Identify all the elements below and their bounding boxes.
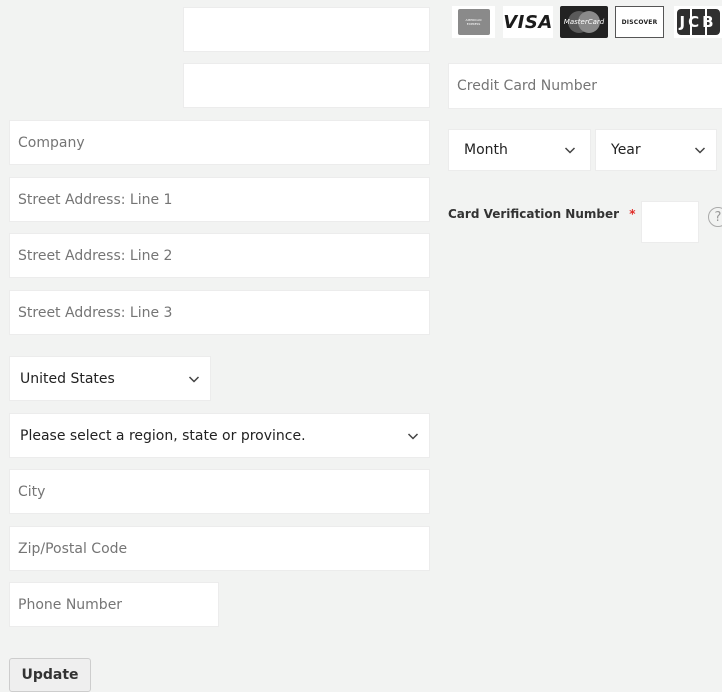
country-select-value: United States bbox=[20, 370, 115, 387]
cvv-label-text: Card Verification Number bbox=[448, 207, 620, 221]
company-placeholder: Company bbox=[18, 134, 85, 151]
phone-field[interactable]: Phone Number bbox=[9, 582, 219, 627]
mastercard-logo: MasterCard bbox=[560, 6, 608, 38]
jcb-label: JCB bbox=[679, 13, 717, 31]
discover-label: DISCOVER bbox=[621, 18, 658, 26]
street-line-1-field[interactable]: Street Address: Line 1 bbox=[9, 177, 430, 222]
country-select[interactable]: United States bbox=[9, 356, 211, 401]
zip-placeholder: Zip/Postal Code bbox=[18, 540, 128, 557]
cvv-label: Card Verification Number * bbox=[448, 207, 636, 221]
help-glyph: ? bbox=[714, 209, 722, 225]
chevron-down-icon bbox=[694, 144, 706, 156]
region-select-value: Please select a region, state or provinc… bbox=[20, 427, 306, 444]
month-select-value: Month bbox=[464, 142, 508, 158]
jcb-logo: JCB bbox=[674, 6, 722, 38]
street-line-2-field[interactable]: Street Address: Line 2 bbox=[9, 233, 430, 278]
amex-label: AMERICAN EXPRESS bbox=[465, 18, 482, 26]
zip-field[interactable]: Zip/Postal Code bbox=[9, 526, 430, 571]
chevron-down-icon bbox=[564, 144, 576, 156]
cvv-help-icon[interactable]: ? bbox=[708, 207, 722, 227]
expiry-month-select[interactable]: Month bbox=[448, 129, 591, 171]
company-field[interactable]: Company bbox=[9, 120, 430, 165]
mastercard-label: MasterCard bbox=[563, 18, 605, 26]
cvv-field[interactable] bbox=[641, 201, 699, 243]
street-line-3-placeholder: Street Address: Line 3 bbox=[18, 304, 173, 321]
chevron-down-icon bbox=[407, 430, 419, 442]
street-line-3-field[interactable]: Street Address: Line 3 bbox=[9, 290, 430, 335]
visa-label: VISA bbox=[503, 11, 553, 33]
street-line-1-placeholder: Street Address: Line 1 bbox=[18, 191, 173, 208]
first-name-field[interactable] bbox=[183, 7, 430, 52]
year-select-value: Year bbox=[611, 142, 641, 158]
city-placeholder: City bbox=[18, 483, 46, 500]
city-field[interactable]: City bbox=[9, 469, 430, 514]
expiry-year-select[interactable]: Year bbox=[595, 129, 717, 171]
visa-logo: VISA bbox=[503, 6, 553, 38]
region-select[interactable]: Please select a region, state or provinc… bbox=[9, 413, 430, 458]
chevron-down-icon bbox=[188, 373, 200, 385]
phone-placeholder: Phone Number bbox=[18, 596, 123, 613]
credit-card-number-field[interactable]: Credit Card Number bbox=[448, 63, 722, 109]
amex-logo: AMERICAN EXPRESS bbox=[452, 6, 495, 38]
last-name-field[interactable] bbox=[183, 63, 430, 108]
discover-logo: DISCOVER bbox=[615, 6, 664, 38]
street-line-2-placeholder: Street Address: Line 2 bbox=[18, 247, 173, 264]
required-marker: * bbox=[629, 207, 636, 221]
credit-card-number-placeholder: Credit Card Number bbox=[457, 78, 597, 94]
